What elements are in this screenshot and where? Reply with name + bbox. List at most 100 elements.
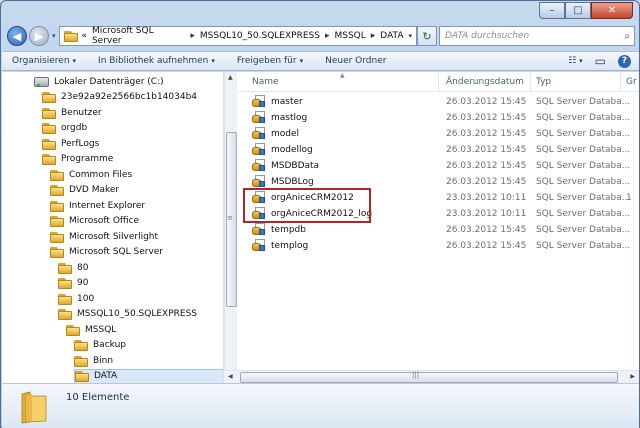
file-date: 26.03.2012 15:45 xyxy=(446,161,527,171)
nav-item[interactable]: Microsoft Office xyxy=(50,214,139,229)
breadcrumb-mssql[interactable]: MSSQL xyxy=(334,31,365,41)
file-name-cell: mastlog xyxy=(252,111,307,124)
folder-icon xyxy=(42,138,56,150)
folder-icon xyxy=(42,107,56,119)
database-file-icon xyxy=(252,127,266,140)
file-date: 26.03.2012 15:45 xyxy=(446,145,527,155)
nav-item[interactable]: 80 xyxy=(58,260,88,275)
column-name-header[interactable]: Name xyxy=(252,77,279,87)
organize-button[interactable]: Organisieren ▾ xyxy=(12,56,76,66)
scroll-up-icon[interactable]: ▲ xyxy=(228,74,233,81)
nav-item[interactable]: Benutzer xyxy=(42,105,102,120)
breadcrumb-separator-icon[interactable]: ▸ xyxy=(325,31,330,41)
database-file-icon xyxy=(252,143,266,156)
nav-item[interactable]: MSSQL xyxy=(66,322,116,337)
scrollbar-thumb[interactable] xyxy=(240,372,618,383)
file-row[interactable]: mastlog 26.03.2012 15:45 SQL Server Databa… xyxy=(238,110,639,126)
minimize-button[interactable]: – xyxy=(539,2,565,19)
refresh-button[interactable]: ↻ xyxy=(417,26,437,46)
scroll-right-icon[interactable]: ▶ xyxy=(630,373,635,380)
search-input[interactable]: DATA durchsuchen ⌕ xyxy=(439,26,635,46)
drive-icon xyxy=(34,76,49,87)
breadcrumb-data[interactable]: DATA xyxy=(380,31,403,41)
nav-item[interactable]: 100 xyxy=(58,291,94,306)
address-dropdown-icon[interactable]: ▾ xyxy=(408,32,412,40)
nav-item-label: 80 xyxy=(77,262,89,273)
breadcrumb-separator-icon[interactable]: ▸ xyxy=(190,31,195,41)
file-row[interactable]: templog 26.03.2012 15:45 SQL Server Databa… xyxy=(238,238,639,254)
nav-item[interactable]: Backup xyxy=(74,338,126,353)
nav-item[interactable]: MSSQL10_50.SQLEXPRESS xyxy=(58,307,197,322)
window-controls: – □ ✕ xyxy=(539,2,633,19)
folder-icon xyxy=(74,355,88,367)
close-button[interactable]: ✕ xyxy=(591,2,633,19)
file-name: mastlog xyxy=(271,112,308,123)
new-folder-button[interactable]: Neuer Ordner xyxy=(325,56,386,66)
nav-item[interactable]: Binn xyxy=(74,353,113,368)
nav-item[interactable]: DATA xyxy=(74,368,223,383)
nav-item[interactable]: Internet Explorer xyxy=(50,198,145,213)
recent-pages-dropdown-icon[interactable]: ▾ xyxy=(52,32,56,40)
nav-item-label: MSSQL10_50.SQLEXPRESS xyxy=(77,309,198,319)
column-size-header[interactable]: Gr xyxy=(626,77,637,87)
nav-item[interactable]: Microsoft SQL Server xyxy=(50,245,163,260)
column-type-header[interactable]: Typ xyxy=(536,77,551,87)
nav-item[interactable]: 90 xyxy=(58,276,88,291)
scroll-left-icon[interactable]: ◀ xyxy=(228,373,233,380)
scrollbar-grip-icon: ||| xyxy=(412,371,420,379)
breadcrumb-sql-server[interactable]: Microsoft SQL Server xyxy=(92,26,185,46)
file-name-cell: tempdb xyxy=(252,223,306,236)
nav-item-label: Microsoft Silverlight xyxy=(69,231,159,242)
nav-item[interactable]: orgdb xyxy=(42,121,87,136)
file-date: 26.03.2012 15:45 xyxy=(446,113,527,123)
file-name: master xyxy=(271,96,303,107)
database-file-icon xyxy=(252,159,266,172)
file-row[interactable]: tempdb 26.03.2012 15:45 SQL Server Databa.… xyxy=(238,222,639,238)
view-options-button[interactable]: ☷ ▾ xyxy=(568,56,582,66)
address-row: ◀ ▶ ▾ « Microsoft SQL Server ▸ MSSQL10_5… xyxy=(7,25,635,47)
address-bar[interactable]: « Microsoft SQL Server ▸ MSSQL10_50.SQLE… xyxy=(58,26,417,46)
maximize-button[interactable]: □ xyxy=(565,2,591,19)
help-icon[interactable]: ? xyxy=(618,54,631,68)
file-type: SQL Server Databa... xyxy=(536,129,631,139)
folder-icon xyxy=(50,200,64,212)
nav-item-label: PerfLogs xyxy=(61,138,100,149)
item-count: 10 Elemente xyxy=(66,392,130,403)
search-placeholder: DATA durchsuchen xyxy=(445,31,530,41)
file-list-horizontal-scrollbar[interactable]: ◀ ||| ▶ xyxy=(224,370,639,383)
breadcrumb-prefix[interactable]: « xyxy=(81,31,87,41)
file-row[interactable]: master 26.03.2012 15:45 SQL Server Databa.… xyxy=(238,94,639,110)
add-to-library-button[interactable]: In Bibliothek aufnehmen ▾ xyxy=(98,56,215,66)
file-name: tempdb xyxy=(271,224,306,235)
back-button[interactable]: ◀ xyxy=(7,26,27,46)
column-date-header[interactable]: Änderungsdatum xyxy=(446,77,524,87)
chevron-down-icon: ▾ xyxy=(211,57,215,65)
forward-button[interactable]: ▶ xyxy=(29,26,49,46)
share-with-button[interactable]: Freigeben für ▾ xyxy=(237,56,303,66)
details-pane: 10 Elemente xyxy=(2,383,639,428)
nav-item-label: Backup xyxy=(93,340,126,350)
nav-item[interactable]: Programme xyxy=(42,152,113,167)
nav-item[interactable]: 23e92a92e2566bc1b14034b4 xyxy=(42,90,197,105)
file-row[interactable]: model 26.03.2012 15:45 SQL Server Databa..… xyxy=(238,126,639,142)
nav-item[interactable]: PerfLogs xyxy=(42,136,99,151)
breadcrumb-instance[interactable]: MSSQL10_50.SQLEXPRESS xyxy=(200,31,320,41)
explorer-window: – □ ✕ ◀ ▶ ▾ « Microsoft SQL Server ▸ MSS… xyxy=(0,0,640,428)
navigation-vertical-scrollbar[interactable]: ▲ ≡ xyxy=(224,72,237,383)
nav-item[interactable]: Common Files xyxy=(50,167,132,182)
nav-item[interactable]: Lokaler Datenträger (C:) xyxy=(34,74,164,89)
preview-pane-icon[interactable]: ▭ xyxy=(595,54,606,68)
folder-icon xyxy=(50,184,64,196)
nav-item[interactable]: DVD Maker xyxy=(50,183,119,198)
breadcrumb-separator-icon[interactable]: ▸ xyxy=(371,31,376,41)
folder-icon xyxy=(42,91,56,103)
file-row[interactable]: modellog 26.03.2012 15:45 SQL Server Datab… xyxy=(238,142,639,158)
file-type: SQL Server Databa... xyxy=(536,241,631,251)
organize-label: Organisieren xyxy=(12,56,70,66)
file-name: MSDBData xyxy=(271,160,320,171)
file-type: SQL Server Databa... xyxy=(536,161,631,171)
search-icon[interactable]: ⌕ xyxy=(624,31,630,42)
nav-item[interactable]: Microsoft Silverlight xyxy=(50,229,158,244)
file-row[interactable]: MSDBData 26.03.2012 15:45 SQL Server Datab… xyxy=(238,158,639,174)
file-type: SQL Server Databa... xyxy=(536,225,631,235)
